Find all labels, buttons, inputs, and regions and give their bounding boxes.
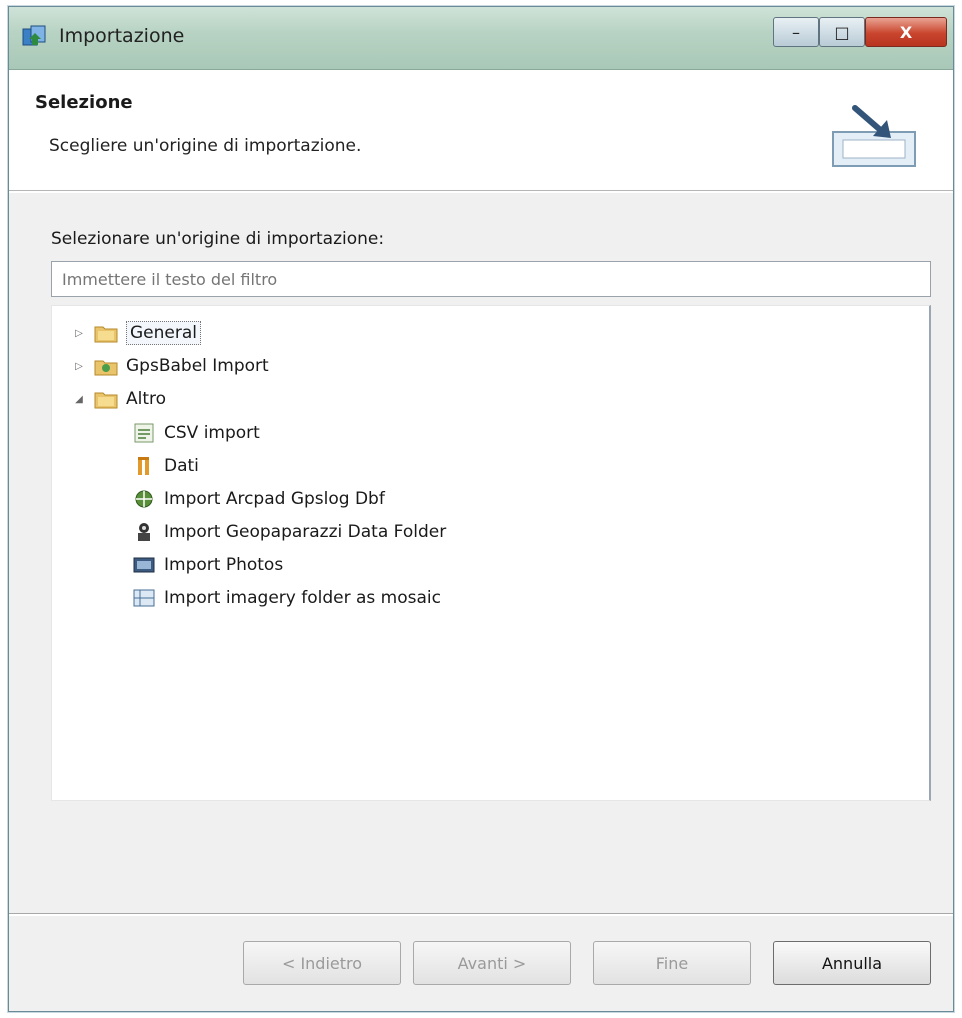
- close-button[interactable]: X: [865, 17, 947, 47]
- data-icon: [138, 457, 149, 475]
- tree-item-import-mosaic[interactable]: Import imagery folder as mosaic: [132, 583, 441, 613]
- finish-button[interactable]: Fine: [593, 941, 751, 985]
- page-title: Selezione: [35, 92, 133, 113]
- tree-item-import-geopaparazzi[interactable]: Import Geopaparazzi Data Folder: [132, 517, 446, 547]
- minimize-button[interactable]: –: [773, 17, 819, 47]
- maximize-button[interactable]: □: [819, 17, 865, 47]
- window-title: Importazione: [59, 25, 185, 47]
- tree-item-label: GpsBabel Import: [126, 356, 269, 376]
- tree-item-gpsbabel-import[interactable]: ▷ GpsBabel Import: [74, 351, 269, 381]
- gpsbabel-icon: [94, 360, 118, 376]
- arcpad-icon: [135, 490, 153, 508]
- tree-item-altro[interactable]: ◢ Altro: [74, 384, 166, 414]
- footer-separator: [9, 913, 953, 916]
- banner-separator: [9, 190, 953, 193]
- app-icon: [22, 25, 46, 46]
- title-bar[interactable]: Importazione – □ X: [9, 7, 953, 70]
- next-button[interactable]: Avanti >: [413, 941, 571, 985]
- geopaparazzi-icon: [138, 523, 150, 541]
- tree-item-label: Dati: [164, 456, 199, 476]
- folder-icon: [94, 326, 118, 343]
- csv-icon: [134, 423, 154, 443]
- collapse-arrow-icon[interactable]: ◢: [74, 394, 84, 405]
- tree-item-dati[interactable]: Dati: [132, 451, 199, 481]
- page-description: Scegliere un'origine di importazione.: [49, 136, 362, 156]
- expand-arrow-icon[interactable]: ▷: [74, 328, 84, 339]
- tree-item-label: Import Arcpad Gpslog Dbf: [164, 489, 385, 509]
- source-select-label: Selezionare un'origine di importazione:: [51, 229, 385, 249]
- photos-icon: [133, 557, 155, 573]
- import-source-tree[interactable]: ▷ General ▷ GpsBabel Import ◢ Altro CSV …: [51, 305, 931, 801]
- tree-item-label: Import Photos: [164, 555, 284, 575]
- filter-input[interactable]: [51, 261, 931, 297]
- tree-item-label: Import Geopaparazzi Data Folder: [164, 522, 447, 542]
- tree-item-label: CSV import: [164, 423, 260, 443]
- tree-item-label: Import imagery folder as mosaic: [164, 588, 441, 608]
- tree-item-csv-import[interactable]: CSV import: [132, 418, 260, 448]
- expand-arrow-icon[interactable]: ▷: [74, 361, 84, 372]
- tree-item-general[interactable]: ▷ General: [74, 318, 201, 348]
- tree-item-label: Altro: [126, 389, 167, 409]
- wizard-banner: Selezione Scegliere un'origine di import…: [9, 70, 953, 191]
- tree-item-import-photos[interactable]: Import Photos: [132, 550, 283, 580]
- cancel-button[interactable]: Annulla: [773, 941, 931, 985]
- back-button[interactable]: < Indietro: [243, 941, 401, 985]
- mosaic-icon: [133, 589, 155, 607]
- tree-item-label: General: [126, 321, 201, 345]
- folder-icon: [94, 392, 118, 409]
- tree-item-import-arcpad[interactable]: Import Arcpad Gpslog Dbf: [132, 484, 385, 514]
- import-dialog: Importazione – □ X Selezione Scegliere u…: [8, 6, 954, 1012]
- import-wizard-icon: [832, 105, 916, 167]
